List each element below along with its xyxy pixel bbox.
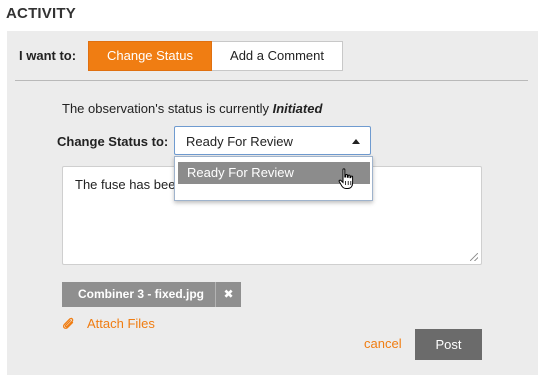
- caret-up-icon: [352, 139, 360, 144]
- attach-files-label: Attach Files: [87, 316, 155, 331]
- status-select-value: Ready For Review: [186, 134, 293, 149]
- current-status-text: The observation's status is currently In…: [62, 101, 322, 116]
- resize-handle-icon[interactable]: [470, 253, 478, 261]
- tab-add-comment[interactable]: Add a Comment: [212, 41, 343, 71]
- section-title: ACTIVITY: [6, 5, 76, 22]
- divider: [15, 80, 528, 81]
- status-select[interactable]: Ready For Review: [174, 126, 371, 155]
- cancel-link[interactable]: cancel: [364, 336, 402, 351]
- comment-text: The fuse has bee: [75, 177, 176, 192]
- close-icon[interactable]: ✖: [215, 282, 241, 307]
- action-tabs: Change Status Add a Comment: [88, 41, 343, 71]
- attachment-file-name: Combiner 3 - fixed.jpg: [78, 287, 205, 301]
- want-to-label: I want to:: [19, 48, 77, 63]
- status-prefix: The observation's status is currently: [62, 101, 273, 116]
- paperclip-icon: [62, 317, 74, 329]
- hand-cursor-icon: [338, 168, 354, 189]
- tab-change-status[interactable]: Change Status: [88, 41, 212, 71]
- attach-files-link[interactable]: Attach Files: [62, 316, 155, 331]
- post-button[interactable]: Post: [415, 329, 482, 360]
- attachment-chip: Combiner 3 - fixed.jpg ✖: [62, 282, 242, 307]
- current-status-value: Initiated: [272, 101, 323, 116]
- activity-panel: I want to: Change Status Add a Comment T…: [7, 31, 538, 375]
- change-status-label: Change Status to:: [57, 134, 169, 149]
